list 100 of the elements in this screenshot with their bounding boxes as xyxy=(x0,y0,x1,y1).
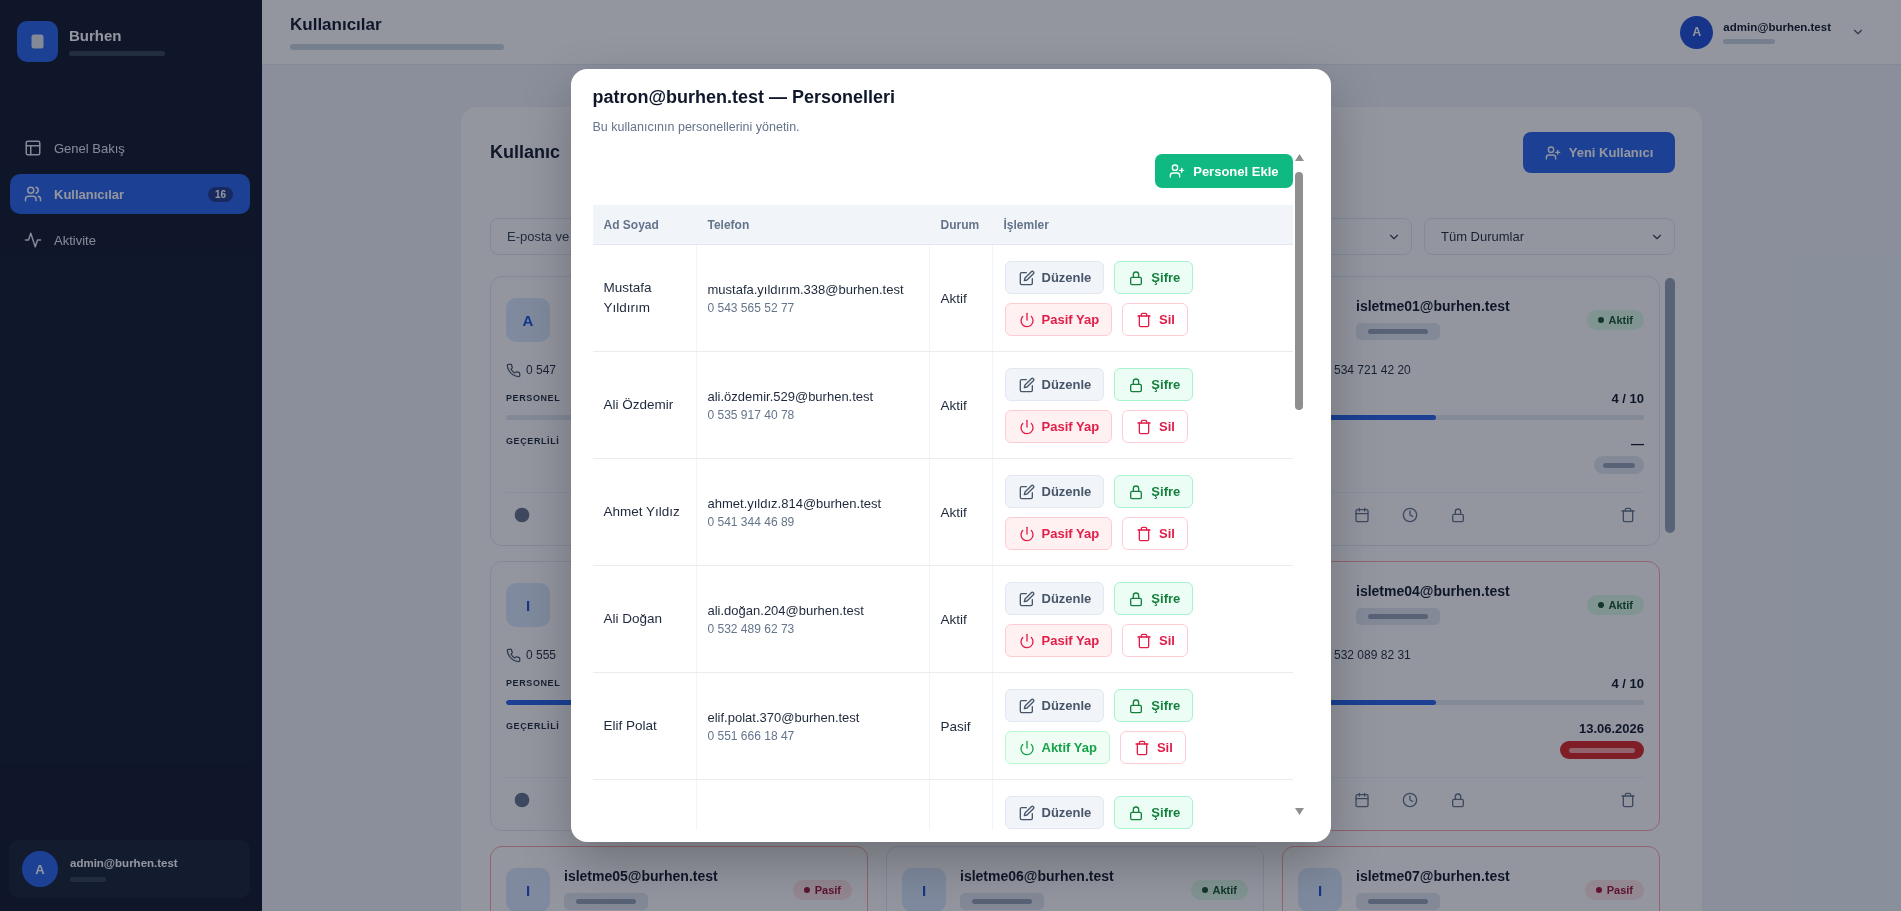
user-email: admin@burhen.test xyxy=(1723,20,1831,33)
users-icon xyxy=(24,185,42,203)
user-email: isletme01@burhen.test xyxy=(1356,298,1510,315)
lock-icon xyxy=(1128,269,1145,286)
scroll-up-button[interactable] xyxy=(1294,154,1304,161)
user-plus-icon xyxy=(1544,144,1561,161)
edit-button[interactable]: Düzenle xyxy=(1004,261,1105,294)
deactivate-button[interactable]: Pasif Yap xyxy=(1004,303,1113,336)
circle-icon xyxy=(514,792,530,808)
add-staff-button[interactable]: Personel Ekle xyxy=(1155,154,1293,188)
activity-icon xyxy=(24,231,42,249)
column-header: Telefon xyxy=(707,217,750,232)
blurred-text-bar xyxy=(1723,38,1776,44)
count-badge: 16 xyxy=(207,186,233,202)
new-user-button[interactable]: Yeni Kullanıcı xyxy=(1523,132,1675,173)
delete-button[interactable]: Sil xyxy=(1119,731,1186,764)
field-label: GEÇERLİLİ xyxy=(506,436,560,446)
scroll-down-button[interactable] xyxy=(1294,808,1304,815)
scrollbar-thumb[interactable] xyxy=(1665,278,1675,533)
nav-item[interactable]: Aktivite xyxy=(10,220,250,260)
edit-button[interactable]: Düzenle xyxy=(1004,689,1105,722)
edit-icon xyxy=(1018,804,1035,821)
password-button[interactable]: Şifre xyxy=(1114,261,1194,294)
staff-status: Pasif xyxy=(940,718,971,734)
phone-number: 534 721 42 20 xyxy=(1334,363,1411,377)
power-icon xyxy=(1018,525,1035,542)
scrollbar-thumb[interactable] xyxy=(1295,172,1303,410)
trash-icon xyxy=(1136,418,1153,435)
staff-status: Aktif xyxy=(940,397,967,413)
staff-count: 4 / 10 xyxy=(1611,390,1644,406)
panel-title: Kullanıc xyxy=(490,142,560,163)
circle-icon xyxy=(514,507,530,523)
dashboard-icon xyxy=(24,139,42,157)
delete-button[interactable]: Sil xyxy=(1122,517,1188,550)
lock-icon xyxy=(1450,507,1466,523)
lock-icon xyxy=(1450,792,1466,808)
status-filter-dropdown[interactable]: Tüm Durumlar xyxy=(1424,218,1675,255)
staff-email: ahmet.yıldız.814@burhen.test xyxy=(707,494,882,512)
deactivate-button[interactable]: Pasif Yap xyxy=(1004,517,1113,550)
edit-icon xyxy=(1018,269,1035,286)
user-avatar: I xyxy=(902,868,946,911)
modal-subtitle: Bu kullanıcının personellerini yönetin. xyxy=(592,119,801,136)
lock-icon xyxy=(1128,590,1145,607)
password-button[interactable]: Şifre xyxy=(1114,475,1194,508)
edit-button[interactable]: Düzenle xyxy=(1004,475,1105,508)
column-header: Ad Soyad xyxy=(603,217,659,232)
edit-button[interactable]: Düzenle xyxy=(1004,368,1105,401)
user-card[interactable]: A admin@burhen.test xyxy=(9,840,250,898)
field-label: GEÇERLİLİ xyxy=(506,721,560,731)
power-icon xyxy=(1018,311,1035,328)
staff-email: mustafa.yıldırım.338@burhen.test xyxy=(707,280,904,298)
edit-button[interactable]: Düzenle xyxy=(1004,796,1105,829)
status-label: Aktif xyxy=(1212,884,1237,896)
delete-button[interactable]: Sil xyxy=(1122,303,1188,336)
edit-button[interactable]: Düzenle xyxy=(1004,582,1105,615)
staff-phone: 0 541 344 46 89 xyxy=(707,513,795,530)
user-avatar: I xyxy=(506,868,550,911)
calendar-icon xyxy=(1354,792,1370,808)
nav-item[interactable]: Kullanıcılar 16 xyxy=(10,174,250,214)
column-header: İşlemler xyxy=(1003,217,1049,232)
validity-date: 13.06.2026 xyxy=(1578,721,1644,737)
page-title: Kullanıcılar xyxy=(290,14,383,35)
edit-icon xyxy=(1018,697,1035,714)
staff-phone: 0 532 489 62 73 xyxy=(707,620,795,637)
brand-name: Burhen xyxy=(69,27,123,45)
phone-icon xyxy=(506,647,521,663)
power-icon xyxy=(1018,418,1035,435)
nav-item[interactable]: Genel Bakış xyxy=(10,128,250,168)
field-label: PERSONEL xyxy=(506,678,561,688)
edit-icon xyxy=(1018,483,1035,500)
phone-number: 532 089 82 31 xyxy=(1334,648,1411,662)
deactivate-button[interactable]: Pasif Yap xyxy=(1004,410,1113,443)
deactivate-button[interactable]: Pasif Yap xyxy=(1004,624,1113,657)
trash-icon xyxy=(1136,525,1153,542)
modal-title: patron@burhen.test — Personelleri xyxy=(592,86,897,109)
trash-icon xyxy=(1136,632,1153,649)
staff-status: Aktif xyxy=(940,290,967,306)
user-email: isletme06@burhen.test xyxy=(960,868,1114,885)
phone-icon xyxy=(506,362,521,378)
user-avatar: A xyxy=(506,298,550,342)
password-button[interactable]: Şifre xyxy=(1114,582,1194,615)
staff-status: Aktif xyxy=(940,504,967,520)
status-label: Pasif xyxy=(1606,884,1633,896)
edit-icon xyxy=(1018,590,1035,607)
password-button[interactable]: Şifre xyxy=(1114,368,1194,401)
user-email: isletme05@burhen.test xyxy=(564,868,718,885)
staff-name: Ali Özdemir xyxy=(603,396,674,414)
trash-icon xyxy=(1133,739,1150,756)
password-button[interactable]: Şifre xyxy=(1114,796,1194,829)
delete-button[interactable]: Sil xyxy=(1122,624,1188,657)
status-label: Pasif xyxy=(814,884,841,896)
clock-icon xyxy=(1402,507,1418,523)
user-email: admin@burhen.test xyxy=(70,856,178,869)
password-button[interactable]: Şifre xyxy=(1114,689,1194,722)
user-avatar[interactable]: A xyxy=(1680,15,1714,49)
trash-icon xyxy=(1136,311,1153,328)
delete-button[interactable]: Sil xyxy=(1122,410,1188,443)
user-email: isletme04@burhen.test xyxy=(1356,583,1510,600)
logo-icon xyxy=(17,21,58,62)
activate-button[interactable]: Aktif Yap xyxy=(1004,731,1110,764)
